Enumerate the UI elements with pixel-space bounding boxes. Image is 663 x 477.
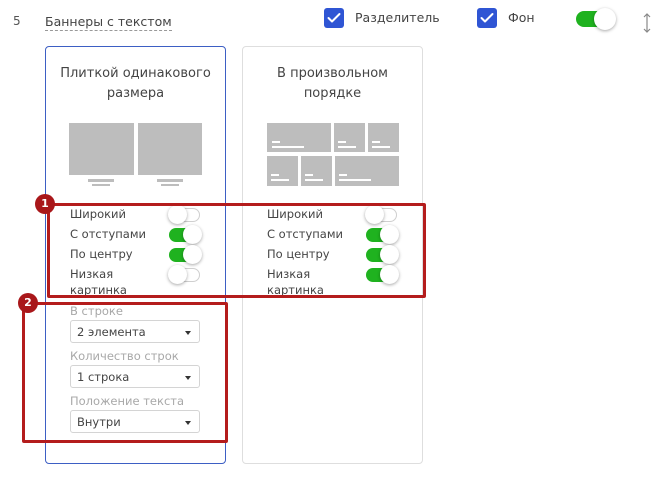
background-checkbox[interactable] xyxy=(477,8,497,28)
separator-checkbox[interactable] xyxy=(324,8,344,28)
block-visibility-toggle[interactable] xyxy=(576,8,616,30)
preview-text-line xyxy=(305,179,323,181)
separator-checkbox-label: Разделитель xyxy=(355,10,440,25)
preview-text-line xyxy=(271,179,289,181)
annotation-badge-2: 2 xyxy=(18,293,38,313)
sort-arrows-icon[interactable] xyxy=(641,12,653,34)
check-icon xyxy=(327,13,341,23)
check-icon xyxy=(480,13,494,23)
background-checkbox-label: Фон xyxy=(508,10,535,25)
annotation-box-2 xyxy=(22,302,228,443)
card-title-line2: размера xyxy=(106,86,165,101)
card-title-line1: Плиткой одинакового xyxy=(60,66,211,81)
card-title-line1: В произвольном xyxy=(277,66,388,81)
preview-text-line xyxy=(338,146,356,148)
preview-text-line xyxy=(271,174,279,176)
preview-tile xyxy=(301,156,332,186)
preview-caption-line xyxy=(161,184,179,186)
preview-text-line xyxy=(372,141,380,143)
preview-tile xyxy=(267,156,298,186)
annotation-box-1 xyxy=(47,203,426,298)
preview-text-line xyxy=(372,146,390,148)
preview-tile xyxy=(138,123,202,175)
preview-text-line xyxy=(338,141,346,143)
preview-text-line xyxy=(272,146,304,148)
preview-tile xyxy=(69,123,134,175)
row-number: 5 xyxy=(13,14,21,28)
preview-caption-line xyxy=(157,179,183,182)
preview-text-line xyxy=(305,174,313,176)
annotation-badge-1: 1 xyxy=(35,194,55,214)
preview-caption-line xyxy=(92,184,110,186)
card-title-line2: порядке xyxy=(303,86,362,101)
preview-text-line xyxy=(272,141,280,143)
block-title-link[interactable]: Баннеры с текстом xyxy=(45,14,172,31)
toggle-knob xyxy=(594,8,616,30)
mosaic-preview xyxy=(267,123,399,186)
preview-caption-line xyxy=(88,179,114,182)
preview-tile xyxy=(335,156,399,186)
preview-text-line xyxy=(339,179,371,181)
equal-tiles-preview xyxy=(69,123,203,186)
preview-text-line xyxy=(339,174,347,176)
